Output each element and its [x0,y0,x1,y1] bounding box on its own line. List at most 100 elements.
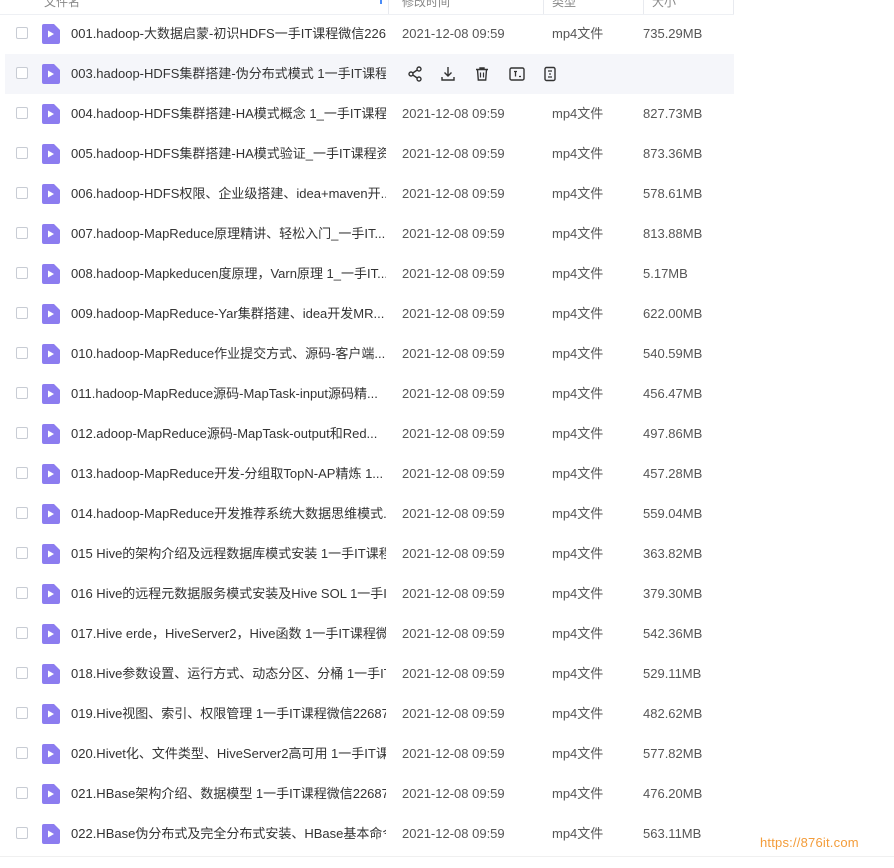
column-header-size[interactable]: 大小 [652,0,676,12]
file-name[interactable]: 020.Hivet化、文件类型、HiveServer2高可用 1一手IT课... [71,746,386,762]
file-name[interactable]: 012.adoop-MapReduce源码-MapTask-output和Red… [71,426,386,442]
file-type: mp4文件 [552,226,604,241]
file-name[interactable]: 003.hadoop-HDFS集群搭建-伪分布式模式 1一手IT课程... [71,66,386,82]
file-row[interactable]: 003.hadoop-HDFS集群搭建-伪分布式模式 1一手IT课程... [5,54,734,94]
file-type: mp4文件 [552,586,604,601]
file-row[interactable]: 016 Hive的远程元数据服务模式安装及Hive SOL 1一手IT... 20… [5,574,734,614]
row-checkbox[interactable] [16,787,28,799]
file-type: mp4文件 [552,106,604,121]
file-row[interactable]: 009.hadoop-MapReduce-Yar集群搭建、idea开发MR...… [5,294,734,334]
row-checkbox[interactable] [16,107,28,119]
row-checkbox[interactable] [16,667,28,679]
column-header-name[interactable]: 文件名 [44,0,80,12]
file-row[interactable]: 005.hadoop-HDFS集群搭建-HA模式验证_一手IT课程资... 202… [5,134,734,174]
file-name[interactable]: 015 Hive的架构介绍及远程数据库模式安装 1一手IT课程... [71,546,386,562]
table-header: 文件名 修改时间 类型 大小 [0,0,734,15]
row-checkbox[interactable] [16,227,28,239]
file-name[interactable]: 021.HBase架构介绍、数据模型 1一手IT课程微信22687... [71,786,386,802]
file-name[interactable]: 022.HBase伪分布式及完全分布式安装、HBase基本命令... [71,826,386,842]
row-checkbox[interactable] [16,147,28,159]
file-row[interactable]: 013.hadoop-MapReduce开发-分组取TopN-AP精炼 1...… [5,454,734,494]
file-row[interactable]: 022.HBase伪分布式及完全分布式安装、HBase基本命令... 2021-1… [5,814,734,854]
row-checkbox[interactable] [16,307,28,319]
file-modified-date: 2021-12-08 09:59 [402,466,505,481]
file-size: 563.11MB [643,826,702,841]
file-type: mp4文件 [552,506,604,521]
row-checkbox[interactable] [16,347,28,359]
file-row[interactable]: 006.hadoop-HDFS权限、企业级搭建、idea+maven开... 20… [5,174,734,214]
file-modified-date: 2021-12-08 09:59 [402,626,505,641]
download-icon[interactable] [439,65,457,83]
file-row[interactable]: 015 Hive的架构介绍及远程数据库模式安装 1一手IT课程... 2021-1… [5,534,734,574]
trash-icon[interactable] [473,65,491,83]
file-size: 735.29MB [643,26,703,41]
file-name[interactable]: 017.Hive erde，HiveServer2，Hive函数 1一手IT课程… [71,626,386,642]
row-checkbox[interactable] [16,427,28,439]
row-checkbox[interactable] [16,627,28,639]
file-row[interactable]: 004.hadoop-HDFS集群搭建-HA模式概念 1_一手IT课程... 20… [5,94,734,134]
file-row[interactable]: 019.Hive视图、索引、权限管理 1一手IT课程微信22687... 2021… [5,694,734,734]
file-name[interactable]: 005.hadoop-HDFS集群搭建-HA模式验证_一手IT课程资... [71,146,386,162]
file-row[interactable]: 021.HBase架构介绍、数据模型 1一手IT课程微信22687... 2021… [5,774,734,814]
row-checkbox[interactable] [16,587,28,599]
file-name[interactable]: 010.hadoop-MapReduce作业提交方式、源码-客户端... [71,346,386,362]
file-name[interactable]: 009.hadoop-MapReduce-Yar集群搭建、idea开发MR... [71,306,386,322]
file-modified-date: 2021-12-08 09:59 [402,386,505,401]
file-name[interactable]: 013.hadoop-MapReduce开发-分组取TopN-AP精炼 1... [71,466,386,482]
video-file-icon [42,424,60,444]
file-name[interactable]: 018.Hive参数设置、运行方式、动态分区、分桶 1一手IT... [71,666,386,682]
file-modified-date: 2021-12-08 09:59 [402,506,505,521]
more-icon[interactable] [541,65,559,83]
file-row[interactable]: 011.hadoop-MapReduce源码-MapTask-input源码精.… [5,374,734,414]
file-name[interactable]: 014.hadoop-MapReduce开发推荐系统大数据思维模式... [71,506,386,522]
row-checkbox[interactable] [16,267,28,279]
row-checkbox[interactable] [16,387,28,399]
file-type: mp4文件 [552,466,604,481]
file-size: 559.04MB [643,506,703,521]
column-header-modified[interactable]: 修改时间 [402,0,450,12]
row-checkbox[interactable] [16,747,28,759]
file-modified-date: 2021-12-08 09:59 [402,146,505,161]
row-checkbox[interactable] [16,827,28,839]
file-row[interactable]: 010.hadoop-MapReduce作业提交方式、源码-客户端... 2021… [5,334,734,374]
video-file-icon [42,744,60,764]
column-divider [388,0,389,14]
row-checkbox[interactable] [16,507,28,519]
video-file-icon [42,64,60,84]
file-name[interactable]: 019.Hive视图、索引、权限管理 1一手IT课程微信22687... [71,706,386,722]
file-size: 578.61MB [643,186,703,201]
file-row[interactable]: 001.hadoop-大数据启蒙-初识HDFS一手IT课程微信226... 202… [5,14,734,54]
file-type: mp4文件 [552,626,604,641]
file-name[interactable]: 007.hadoop-MapReduce原理精讲、轻松入门_一手IT... [71,226,386,242]
file-name[interactable]: 004.hadoop-HDFS集群搭建-HA模式概念 1_一手IT课程... [71,106,386,122]
file-name[interactable]: 011.hadoop-MapReduce源码-MapTask-input源码精.… [71,386,386,402]
row-checkbox[interactable] [16,187,28,199]
file-modified-date: 2021-12-08 09:59 [402,26,505,41]
share-icon[interactable] [406,65,424,83]
row-checkbox[interactable] [16,467,28,479]
file-row[interactable]: 007.hadoop-MapReduce原理精讲、轻松入门_一手IT... 202… [5,214,734,254]
file-size: 482.62MB [643,706,703,721]
file-modified-date: 2021-12-08 09:59 [402,786,505,801]
file-name[interactable]: 001.hadoop-大数据启蒙-初识HDFS一手IT课程微信226... [71,26,386,42]
file-row[interactable]: 020.Hivet化、文件类型、HiveServer2高可用 1一手IT课...… [5,734,734,774]
file-row[interactable]: 017.Hive erde，HiveServer2，Hive函数 1一手IT课程… [5,614,734,654]
file-name[interactable]: 008.hadoop-Mapkeducen度原理，Varn原理 1_一手IT..… [71,266,386,282]
row-checkbox[interactable] [16,707,28,719]
column-header-type[interactable]: 类型 [552,0,576,12]
file-row[interactable]: 014.hadoop-MapReduce开发推荐系统大数据思维模式... 2021… [5,494,734,534]
file-type: mp4文件 [552,546,604,561]
file-row[interactable]: 008.hadoop-Mapkeducen度原理，Varn原理 1_一手IT..… [5,254,734,294]
rename-icon[interactable] [508,65,526,83]
file-name[interactable]: 016 Hive的远程元数据服务模式安装及Hive SOL 1一手IT... [71,586,386,602]
file-size: 622.00MB [643,306,703,321]
row-checkbox[interactable] [16,27,28,39]
row-checkbox[interactable] [16,547,28,559]
file-row[interactable]: 012.adoop-MapReduce源码-MapTask-output和Red… [5,414,734,454]
file-row[interactable]: 018.Hive参数设置、运行方式、动态分区、分桶 1一手IT... 2021-1… [5,654,734,694]
video-file-icon [42,504,60,524]
file-name[interactable]: 006.hadoop-HDFS权限、企业级搭建、idea+maven开... [71,186,386,202]
video-file-icon [42,464,60,484]
video-file-icon [42,584,60,604]
row-checkbox[interactable] [16,67,28,79]
